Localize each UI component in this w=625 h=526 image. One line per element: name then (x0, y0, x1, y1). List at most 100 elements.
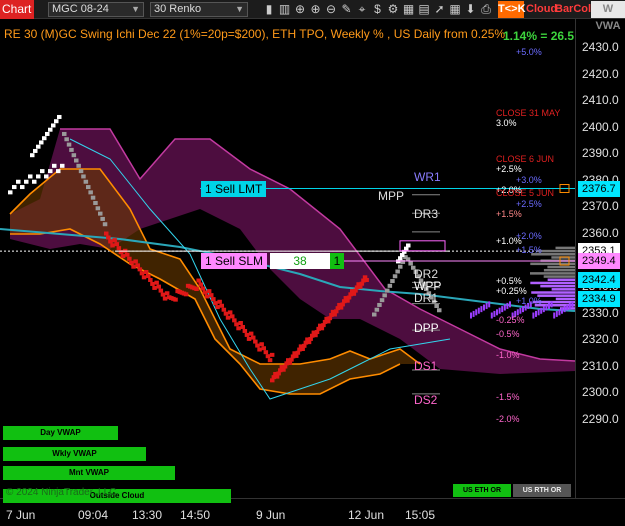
volume-profile-bar (547, 278, 575, 282)
renko-down-brick (160, 292, 166, 297)
renko-up-brick (48, 127, 53, 132)
renko-down-brick (143, 270, 149, 275)
volume-profile-bar (530, 272, 575, 275)
tpo-bar (485, 302, 488, 309)
tpo-bar (509, 301, 511, 308)
renko-gray-brick (95, 206, 101, 211)
renko-down-brick (127, 256, 132, 261)
grid-icon[interactable]: ▤ (417, 2, 431, 17)
tpo-bar (540, 307, 543, 314)
renko-down-brick (198, 282, 203, 287)
renko-down-brick (213, 301, 218, 306)
time-tick-label: 7 Jun (6, 508, 36, 522)
bar-chart-icon[interactable]: ▥ (278, 2, 292, 17)
renko-up-brick (32, 179, 37, 184)
order-quantity-field[interactable]: 38 (270, 252, 330, 269)
renko-down-brick (234, 322, 239, 327)
zoom-in-icon[interactable]: ⊕ (309, 2, 323, 17)
ruler-icon[interactable]: ⌖ (355, 2, 369, 17)
crosshair-icon[interactable]: ⊕ (293, 2, 307, 17)
price-tick-label: 2330.0 (582, 305, 619, 320)
renko-down-brick (158, 288, 164, 293)
renko-down-brick (257, 347, 262, 352)
chart-tab[interactable]: Chart (0, 0, 34, 19)
renko-up-brick (40, 169, 45, 174)
renko-down-brick (253, 339, 258, 344)
renko-down-brick (194, 287, 199, 292)
renko-down-brick (217, 299, 222, 304)
renko-gray-brick (374, 307, 380, 312)
renko-down-brick (148, 277, 153, 282)
renko-gray-brick (379, 298, 385, 303)
sell-slm-order-label[interactable]: 1 Sell SLM (201, 252, 268, 269)
renko-down-brick (104, 231, 109, 236)
tpo-bar (548, 302, 550, 309)
session-badge[interactable]: US RTH OR (513, 484, 571, 497)
vwap-toggle-badge[interactable]: W VWA (591, 1, 625, 32)
interval-selector[interactable]: 30 Renko ▼ (150, 2, 248, 17)
vwap-legend-bar: Day VWAP (3, 426, 118, 440)
tpo-bar (571, 301, 574, 308)
price-tick-label: 2370.0 (582, 199, 619, 214)
renko-down-brick (150, 281, 155, 286)
weekly-pct-label: -1.0% (496, 349, 520, 360)
renko-down-brick (230, 314, 235, 319)
volume-profile-bar (543, 268, 575, 272)
order-count-button[interactable]: 1 (330, 252, 344, 269)
renko-gray-brick (90, 195, 96, 200)
renko-down-brick (364, 277, 369, 282)
barcol-toggle-badge[interactable]: BarCol (555, 1, 591, 18)
renko-up-brick (57, 114, 62, 119)
download-icon[interactable]: ⬇ (464, 2, 478, 17)
renko-up-brick (33, 148, 38, 153)
weekly-pct-label: -0.5% (496, 328, 520, 339)
chart-title: RE 30 (M)GC Swing Ichi Dec 22 (1%=20p=$2… (4, 27, 506, 41)
weekly-pct-label: +5.0% (516, 47, 542, 58)
tpo-bar (472, 310, 475, 317)
renko-gray-brick (398, 264, 403, 269)
tpo-bar (519, 307, 522, 314)
renko-down-brick (259, 342, 264, 347)
renko-down-brick (244, 332, 250, 337)
renko-gray-brick (382, 293, 387, 298)
renko-down-brick (225, 315, 231, 320)
renko-gray-brick (76, 163, 81, 168)
tk-toggle-badge[interactable]: T<>K (498, 1, 526, 18)
zoom-out-icon[interactable]: ⊖ (324, 2, 338, 17)
tpo-bar (566, 304, 569, 311)
price-tag: 2376.7 (578, 180, 620, 197)
renko-gray-brick (392, 274, 398, 279)
volume-profile-bar (555, 246, 575, 250)
dollar-icon[interactable]: $ (371, 2, 385, 17)
renko-up-brick (406, 243, 411, 248)
candlestick-icon[interactable]: ▮ (262, 2, 276, 17)
renko-gray-brick (69, 147, 74, 152)
drawing-icon[interactable]: ✎ (340, 2, 354, 17)
renko-up-brick (12, 185, 17, 190)
sell-lmt-order-label[interactable]: 1 Sell LMT (201, 180, 267, 197)
renko-down-brick (232, 318, 237, 323)
renko-up-brick (28, 174, 33, 179)
tpo-bar (506, 302, 509, 309)
volume-profile-bar (531, 291, 575, 294)
table-icon[interactable]: ▦ (448, 2, 462, 17)
renko-down-brick (211, 297, 216, 302)
chevron-down-icon: ▼ (131, 4, 140, 14)
renko-gray-brick (83, 179, 89, 184)
print-icon[interactable]: ⎙ (479, 2, 493, 17)
arrow-icon[interactable]: ➚ (433, 2, 447, 17)
tpo-bar (501, 306, 504, 313)
tpo-bar (532, 312, 535, 319)
renko-down-brick (135, 263, 140, 268)
cloud-toggle-badge[interactable]: Cloud (526, 1, 557, 18)
calendar-icon[interactable]: ▦ (402, 2, 416, 17)
price-tick-label: 2420.0 (582, 66, 619, 81)
renko-gray-brick (100, 216, 105, 221)
volume-profile-bar (530, 281, 575, 285)
renko-up-brick (42, 136, 47, 141)
symbol-selector[interactable]: MGC 08-24 ▼ (48, 2, 144, 17)
weekly-pct-label: -1.5% (496, 392, 520, 403)
renko-gray-brick (385, 288, 390, 293)
settings-icon[interactable]: ⚙ (386, 2, 400, 17)
session-badge[interactable]: US ETH OR (453, 484, 511, 497)
